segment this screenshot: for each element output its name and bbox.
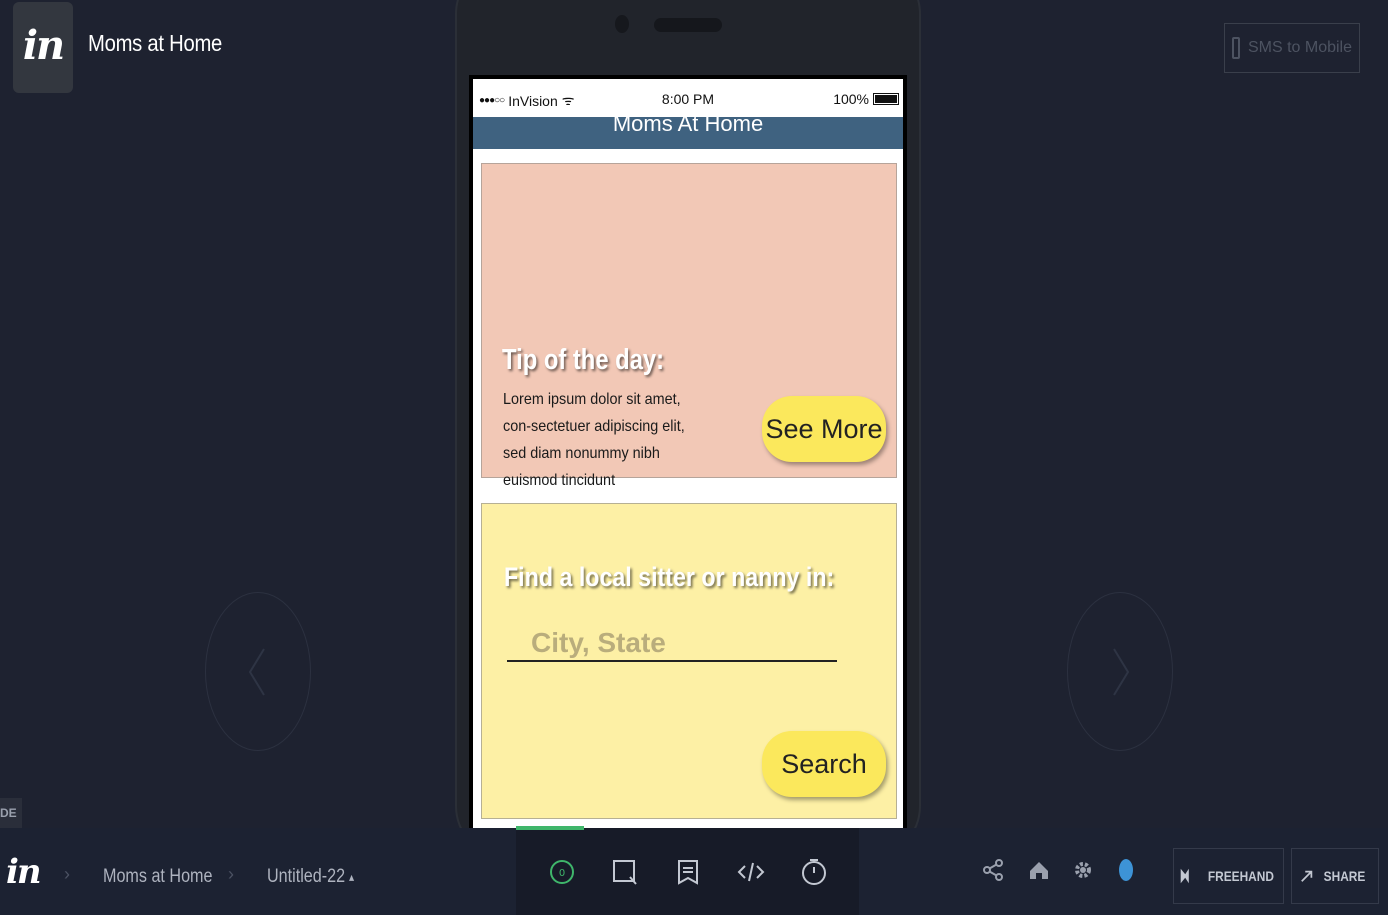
app-nav-bar: Moms At Home (473, 117, 903, 149)
tip-heading: Tip of the day: (502, 344, 665, 376)
freehand-label: FREEHAND (1207, 868, 1274, 884)
screen-dropdown-icon[interactable]: ▴ (349, 870, 354, 884)
breadcrumb-separator-icon: › (64, 864, 70, 884)
phone-camera (615, 15, 629, 33)
status-dot[interactable] (1119, 859, 1133, 881)
code-icon (737, 862, 764, 881)
tip-body: Lorem ipsum dolor sit amet, con-sectetue… (503, 391, 685, 489)
previous-screen-button[interactable] (205, 592, 311, 751)
mode-toolbar: 0 (516, 828, 859, 915)
right-icon-group (981, 858, 1133, 882)
share-button[interactable]: SHARE (1291, 848, 1379, 904)
history-mode-button[interactable] (797, 855, 831, 889)
breadcrumb-project[interactable]: Moms at Home (103, 866, 212, 888)
phone-speaker (654, 18, 722, 32)
breadcrumb-separator-icon: › (228, 864, 234, 884)
active-mode-indicator (516, 826, 584, 830)
mobile-phone-icon (1231, 37, 1240, 59)
settings-button[interactable] (1071, 858, 1095, 882)
home-icon (1030, 862, 1048, 879)
comment-box-icon (612, 859, 637, 885)
battery-percent: 100% (833, 91, 869, 107)
share-link-button[interactable] (981, 858, 1005, 882)
home-button[interactable] (1027, 858, 1051, 882)
side-tab[interactable]: DE (0, 798, 22, 828)
breadcrumb-screen[interactable]: Untitled-22 (267, 866, 345, 888)
gear-icon (1075, 862, 1091, 878)
find-sitter-heading: Find a local sitter or nanny in: (504, 562, 835, 592)
search-button[interactable]: Search (762, 731, 886, 797)
comment-mode-button[interactable] (608, 855, 642, 889)
preview-mode-button[interactable]: 0 (545, 855, 579, 889)
logo-text: in (22, 22, 65, 69)
see-more-button[interactable]: See More (762, 396, 886, 462)
share-label: SHARE (1324, 868, 1366, 884)
invision-logo[interactable]: in (13, 2, 73, 93)
notes-mode-button[interactable] (671, 855, 705, 889)
share-nodes-icon (983, 859, 1003, 881)
battery-icon (873, 93, 899, 105)
nav-title: Moms At Home (612, 117, 764, 136)
history-icon (801, 858, 826, 885)
preview-badge: 0 (558, 868, 564, 879)
sms-button-label: SMS to Mobile (1247, 39, 1353, 56)
bottom-toolbar: in › Moms at Home › Untitled-22 ▴ 0 FREE… (0, 828, 1388, 915)
sms-to-mobile-button[interactable]: SMS to Mobile (1224, 23, 1360, 73)
freehand-icon (1180, 868, 1189, 884)
inspect-mode-button[interactable] (734, 855, 768, 889)
phone-screen: ●●●○○ InVision ᯤ 8:00 PM 100% Moms At Ho… (469, 75, 907, 828)
chevron-right-icon (1113, 647, 1130, 696)
city-state-input[interactable] (507, 626, 837, 662)
toolbar-logo[interactable]: in (6, 852, 42, 892)
chevron-left-icon (248, 647, 265, 696)
next-screen-button[interactable] (1067, 592, 1173, 751)
share-arrow-icon (1301, 870, 1313, 882)
ios-status-bar: ●●●○○ InVision ᯤ 8:00 PM 100% (473, 79, 903, 117)
freehand-button[interactable]: FREEHAND (1173, 848, 1284, 904)
preview-icon: 0 (549, 859, 574, 884)
find-sitter-card: Find a local sitter or nanny in: Search (481, 503, 897, 819)
project-title: Moms at Home (88, 30, 223, 56)
tip-of-the-day-card: Tip of the day: Lorem ipsum dolor sit am… (481, 163, 897, 489)
notes-icon (677, 859, 698, 885)
